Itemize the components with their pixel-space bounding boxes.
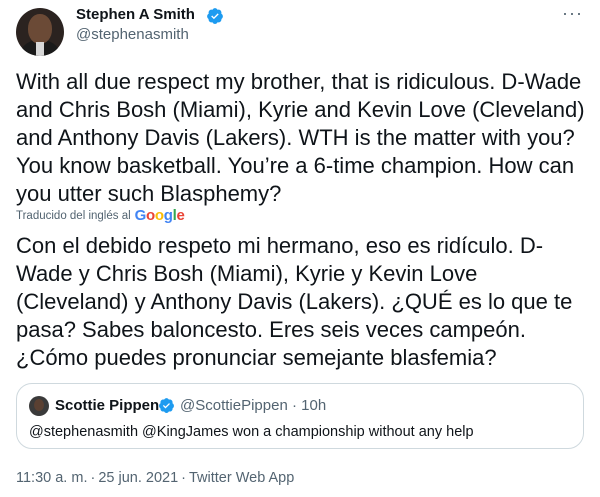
quoted-handle-time: @ScottiePippen · 10h — [180, 397, 326, 414]
quoted-tweet-text: @stephenasmith @KingJames won a champion… — [29, 424, 474, 440]
quoted-tweet-time: 10h — [301, 397, 327, 414]
dot-separator: · — [181, 470, 186, 486]
quoted-avatar-face-shape — [34, 399, 44, 411]
translation-attribution: Traducido del inglés al Google — [16, 207, 185, 224]
author-avatar[interactable] — [16, 8, 64, 56]
tweet-source-app[interactable]: Twitter Web App — [189, 470, 294, 486]
avatar-shirt-shape — [36, 42, 44, 56]
more-options-icon[interactable]: ··· — [562, 4, 583, 22]
dot-separator: · — [291, 397, 302, 414]
tweet-date[interactable]: 25 jun. 2021 — [98, 470, 178, 486]
tweet-header: Stephen A Smith @stephenasmith ··· — [16, 0, 584, 60]
author-name[interactable]: Stephen A Smith — [76, 6, 195, 23]
tweet-meta: 11:30 a. m. · 25 jun. 2021 · Twitter Web App — [16, 470, 294, 486]
google-logo: Google — [134, 207, 185, 224]
dot-separator: · — [90, 470, 96, 486]
verified-badge-icon — [207, 8, 223, 24]
quoted-verified-badge-icon — [159, 398, 174, 413]
quoted-author-name: Scottie Pippen — [55, 397, 160, 414]
tweet-text: With all due respect my brother, that is… — [16, 69, 585, 206]
quoted-author-avatar — [29, 396, 49, 416]
avatar-face-shape — [28, 14, 52, 44]
quoted-author-handle: @ScottiePippen — [180, 397, 288, 414]
tweet-time[interactable]: 11:30 a. m. — [16, 470, 87, 486]
author-handle[interactable]: @stephenasmith — [76, 26, 189, 43]
quoted-tweet-card[interactable]: Scottie Pippen @ScottiePippen · 10h @ste… — [16, 383, 584, 449]
translated-label: Traducido del inglés al — [16, 209, 131, 222]
tweet-translation: Con el debido respeto mi hermano, eso es… — [16, 233, 573, 370]
